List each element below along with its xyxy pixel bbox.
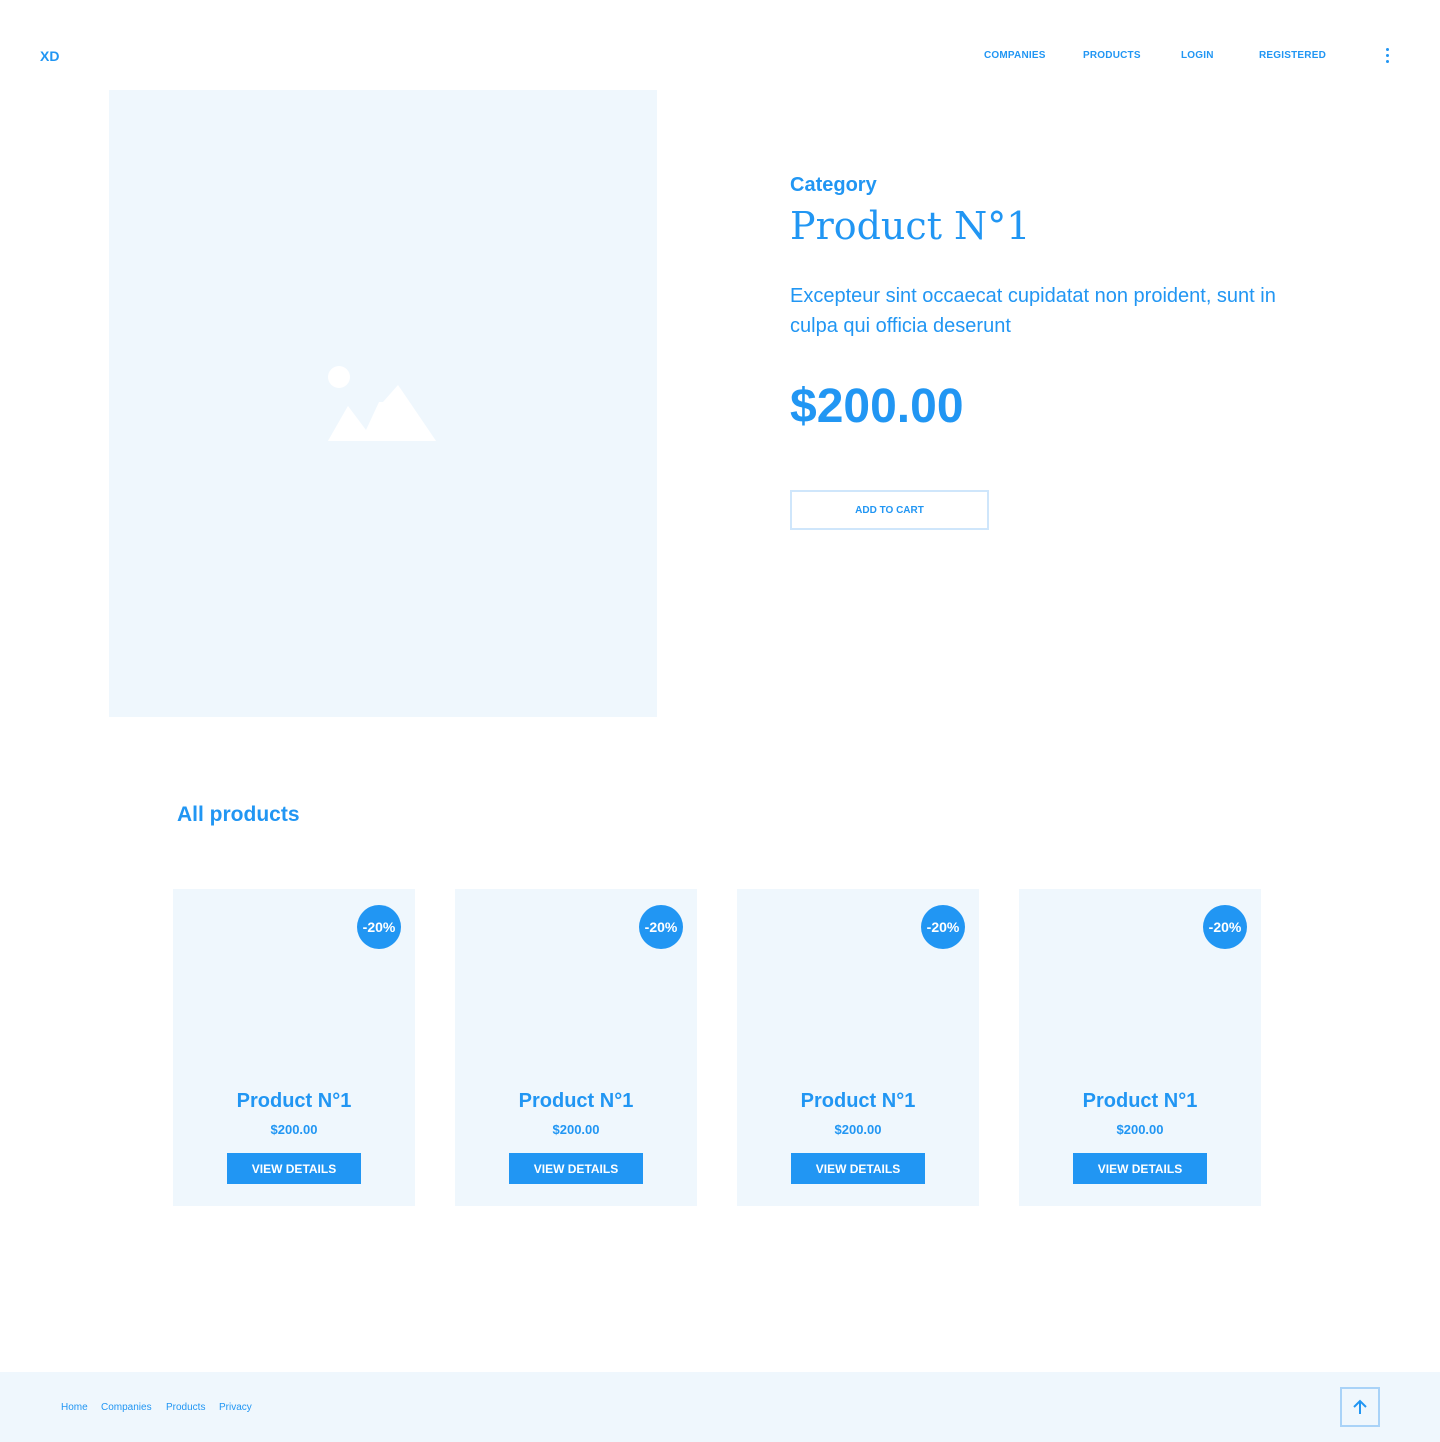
card-product-price: $200.00 — [270, 1122, 318, 1137]
all-products-title: All products — [177, 803, 300, 826]
nav-products[interactable]: PRODUCTS — [1083, 50, 1141, 61]
footer-link-companies[interactable]: Companies — [101, 1402, 152, 1413]
footer: Home Companies Products Privacy — [0, 1372, 1440, 1442]
back-to-top-button[interactable] — [1340, 1387, 1380, 1427]
card-product-name: Product N°1 — [236, 1090, 352, 1112]
discount-badge: -20% — [1203, 905, 1247, 949]
arrow-up-icon — [1353, 1399, 1367, 1414]
product-description: Excepteur sint occaecat cupidatat non pr… — [790, 285, 1276, 337]
discount-badge: -20% — [357, 905, 401, 949]
product-price: $200.00 — [790, 380, 964, 433]
view-details-button[interactable]: VIEW DETAILS — [1073, 1153, 1207, 1184]
view-details-button[interactable]: VIEW DETAILS — [791, 1153, 925, 1184]
product-card[interactable]: -20% Product N°1 $200.00 VIEW DETAILS — [173, 889, 415, 1206]
more-vertical-icon[interactable] — [1380, 46, 1396, 66]
nav-companies[interactable]: COMPANIES — [984, 50, 1046, 61]
footer-link-products[interactable]: Products — [166, 1402, 205, 1413]
image-placeholder-icon — [328, 366, 436, 441]
footer-link-privacy[interactable]: Privacy — [219, 1402, 252, 1413]
nav-login[interactable]: LOGIN — [1181, 50, 1214, 61]
product-card[interactable]: -20% Product N°1 $200.00 VIEW DETAILS — [455, 889, 697, 1206]
add-to-cart-button[interactable]: ADD TO CART — [790, 490, 989, 530]
card-product-name: Product N°1 — [1082, 1090, 1198, 1112]
discount-badge: -20% — [639, 905, 683, 949]
product-image — [109, 90, 657, 717]
product-category: Category — [790, 174, 877, 196]
card-product-price: $200.00 — [834, 1122, 882, 1137]
card-product-price: $200.00 — [1116, 1122, 1164, 1137]
view-details-button[interactable]: VIEW DETAILS — [509, 1153, 643, 1184]
discount-badge: -20% — [921, 905, 965, 949]
logo[interactable]: XD — [40, 48, 59, 64]
product-card[interactable]: -20% Product N°1 $200.00 VIEW DETAILS — [737, 889, 979, 1206]
footer-link-home[interactable]: Home — [61, 1402, 88, 1413]
card-product-name: Product N°1 — [800, 1090, 916, 1112]
product-card[interactable]: -20% Product N°1 $200.00 VIEW DETAILS — [1019, 889, 1261, 1206]
card-product-name: Product N°1 — [518, 1090, 634, 1112]
card-product-price: $200.00 — [552, 1122, 600, 1137]
view-details-button[interactable]: VIEW DETAILS — [227, 1153, 361, 1184]
nav-registered[interactable]: REGISTERED — [1259, 50, 1326, 61]
product-title: Product N°1 — [790, 204, 1031, 248]
